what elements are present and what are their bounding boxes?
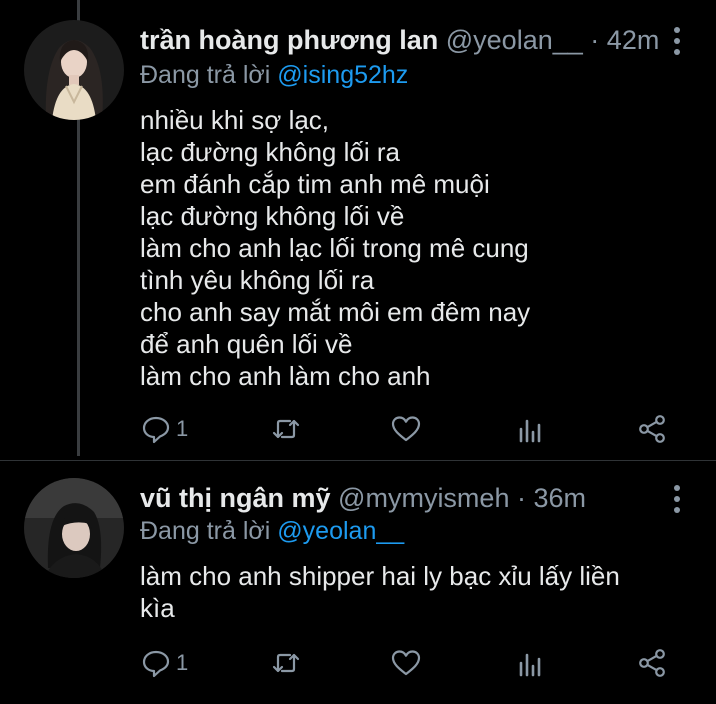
retweet-button[interactable] (270, 412, 306, 446)
tweet-text-line: nhiều khi sợ lạc, (140, 105, 330, 135)
tweet-text-line: làm cho anh lạc lối trong mê cung (140, 233, 529, 263)
share-button[interactable] (636, 412, 668, 446)
tweet-text-line: tình yêu không lối ra (140, 265, 375, 295)
tweet-header: vũ thị ngân mỹ @mymyismeh · 36m (140, 480, 686, 516)
tweet-divider (0, 460, 716, 461)
reply-button[interactable]: 1 (140, 412, 188, 446)
more-vertical-icon[interactable] (672, 485, 682, 513)
analytics-button[interactable] (514, 646, 546, 680)
tweet-header: trần hoàng phương lan @yeolan__ · 42m (140, 22, 686, 58)
heart-icon (391, 416, 421, 442)
replying-to-handle[interactable]: @ising52hz (277, 61, 408, 89)
replying-to: Đang trả lời @yeolan__ (140, 515, 404, 547)
reply-button[interactable]: 1 (140, 646, 188, 680)
avatar-image (24, 478, 124, 578)
avatar-image (24, 20, 124, 120)
replying-to-label: Đang trả lời (140, 517, 271, 545)
timestamp[interactable]: 42m (607, 25, 660, 55)
avatar[interactable] (24, 478, 124, 578)
tweet-actions: 1 (140, 412, 680, 446)
replying-to-label: Đang trả lời (140, 61, 271, 89)
tweet-text: nhiều khi sợ lạc, lạc đường không lối ra… (140, 104, 530, 392)
timestamp[interactable]: 36m (534, 483, 587, 513)
replying-to: Đang trả lời @ising52hz (140, 59, 408, 91)
tweet[interactable]: trần hoàng phương lan @yeolan__ · 42m Đa… (0, 0, 716, 462)
user-handle[interactable]: @yeolan__ (446, 25, 583, 55)
reply-icon (142, 416, 170, 444)
like-button[interactable] (390, 412, 426, 446)
share-button[interactable] (636, 646, 668, 680)
reply-count: 1 (176, 416, 189, 441)
separator-dot: · (516, 483, 526, 513)
tweet-text-line: em đánh cắp tim anh mê muội (140, 169, 490, 199)
tweet-text-line: để anh quên lối về (140, 329, 353, 359)
more-vertical-icon[interactable] (672, 27, 682, 55)
reply-count: 1 (176, 650, 189, 675)
display-name[interactable]: vũ thị ngân mỹ (140, 483, 331, 513)
reply-icon (142, 650, 170, 678)
heart-icon (391, 650, 421, 676)
share-icon (639, 415, 665, 443)
user-handle[interactable]: @mymyismeh (338, 483, 509, 513)
separator-dot: · (590, 25, 600, 55)
analytics-icon (519, 653, 541, 677)
tweet-actions: 1 (140, 646, 680, 680)
tweet-text-line: làm cho anh làm cho anh (140, 361, 431, 391)
tweet-text: làm cho anh shipper hai ly bạc xỉu lấy l… (140, 560, 620, 624)
analytics-icon (519, 419, 541, 443)
tweet-text-line: lạc đường không lối ra (140, 137, 400, 167)
replying-to-handle[interactable]: @yeolan__ (277, 517, 404, 545)
like-button[interactable] (390, 646, 426, 680)
analytics-button[interactable] (514, 412, 546, 446)
tweet-text-line: làm cho anh shipper hai ly bạc xỉu lấy l… (140, 561, 620, 591)
share-icon (639, 649, 665, 677)
tweet[interactable]: vũ thị ngân mỹ @mymyismeh · 36m Đang trả… (0, 462, 716, 704)
display-name[interactable]: trần hoàng phương lan (140, 25, 438, 55)
tweet-text-line: cho anh say mắt môi em đêm nay (140, 297, 531, 327)
retweet-icon (272, 419, 300, 439)
retweet-button[interactable] (270, 646, 306, 680)
tweet-text-line: lạc đường không lối về (140, 201, 405, 231)
tweet-text-line: kìa (140, 593, 175, 623)
avatar[interactable] (24, 20, 124, 120)
retweet-icon (272, 653, 300, 673)
